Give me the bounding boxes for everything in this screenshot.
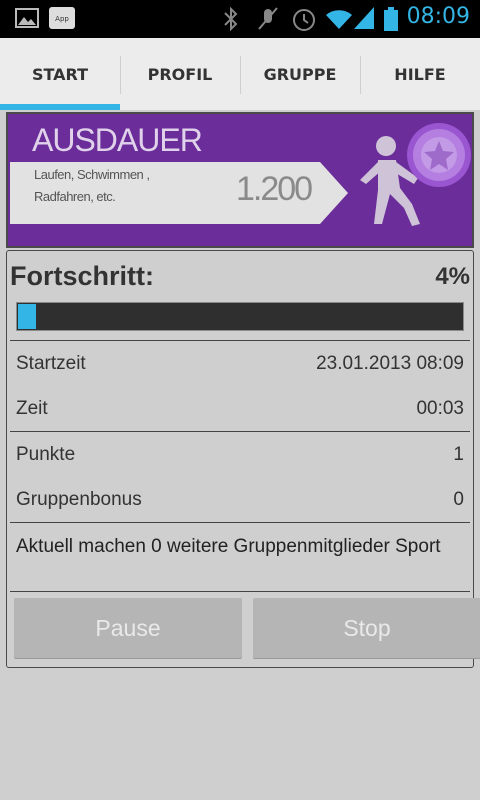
activity-subtitle: Laufen, Schwimmen , Radfahren, etc.	[34, 164, 150, 208]
points-value: 1	[453, 444, 464, 465]
tab-gruppe[interactable]: GRUPPE	[240, 38, 360, 110]
elapsed-time-value: 00:03	[416, 398, 464, 419]
status-bar: App 08:09	[0, 0, 480, 38]
bluetooth-icon	[224, 6, 238, 32]
elapsed-time-label: Zeit	[16, 398, 48, 419]
alarm-icon	[293, 9, 315, 31]
start-time-row: Startzeit 23.01.2013 08:09	[16, 342, 464, 386]
app-notification-icon: App	[49, 7, 75, 29]
progress-label: Fortschritt:	[10, 261, 154, 291]
group-bonus-row: Gruppenbonus 0	[16, 478, 464, 522]
signal-icon	[354, 7, 374, 29]
star-badge-icon	[407, 123, 471, 187]
progress-header: Fortschritt: 4%	[10, 261, 470, 295]
start-time-value: 23.01.2013 08:09	[316, 353, 464, 374]
group-activity-info: Aktuell machen 0 weitere Gruppenmitglied…	[16, 536, 441, 557]
status-time: 08:09	[406, 4, 470, 29]
activity-subtitle-line2: Radfahren, etc.	[34, 189, 116, 204]
pause-button[interactable]: Pause	[14, 598, 242, 658]
tab-profil[interactable]: PROFIL	[120, 38, 240, 110]
battery-icon	[384, 7, 398, 31]
group-bonus-value: 0	[453, 489, 464, 510]
points-row: Punkte 1	[16, 433, 464, 477]
group-bonus-label: Gruppenbonus	[16, 489, 142, 510]
divider	[10, 431, 470, 432]
stop-button[interactable]: Stop	[253, 598, 480, 658]
divider	[10, 591, 470, 592]
progress-bar	[16, 302, 464, 331]
elapsed-time-row: Zeit 00:03	[16, 387, 464, 431]
tab-start[interactable]: START	[0, 38, 120, 110]
start-time-label: Startzeit	[16, 353, 86, 374]
activity-title: AUSDAUER	[32, 122, 203, 158]
divider	[10, 522, 470, 523]
gallery-icon	[15, 8, 39, 28]
activity-subtitle-line1: Laufen, Schwimmen ,	[34, 167, 150, 182]
tab-bar: START PROFIL GRUPPE HILFE	[0, 38, 480, 110]
activity-panel: Fortschritt: 4% Startzeit 23.01.2013 08:…	[6, 250, 480, 668]
wifi-icon	[326, 10, 352, 30]
svg-text:App: App	[55, 15, 69, 23]
divider	[10, 340, 470, 341]
points-label: Punkte	[16, 444, 76, 465]
tab-hilfe[interactable]: HILFE	[360, 38, 480, 110]
activity-value: 1.200	[236, 170, 313, 208]
progress-percent: 4%	[435, 263, 470, 290]
progress-bar-fill	[18, 304, 36, 329]
activity-banner: AUSDAUER Laufen, Schwimmen , Radfahren, …	[6, 112, 474, 248]
mute-icon	[258, 7, 278, 30]
